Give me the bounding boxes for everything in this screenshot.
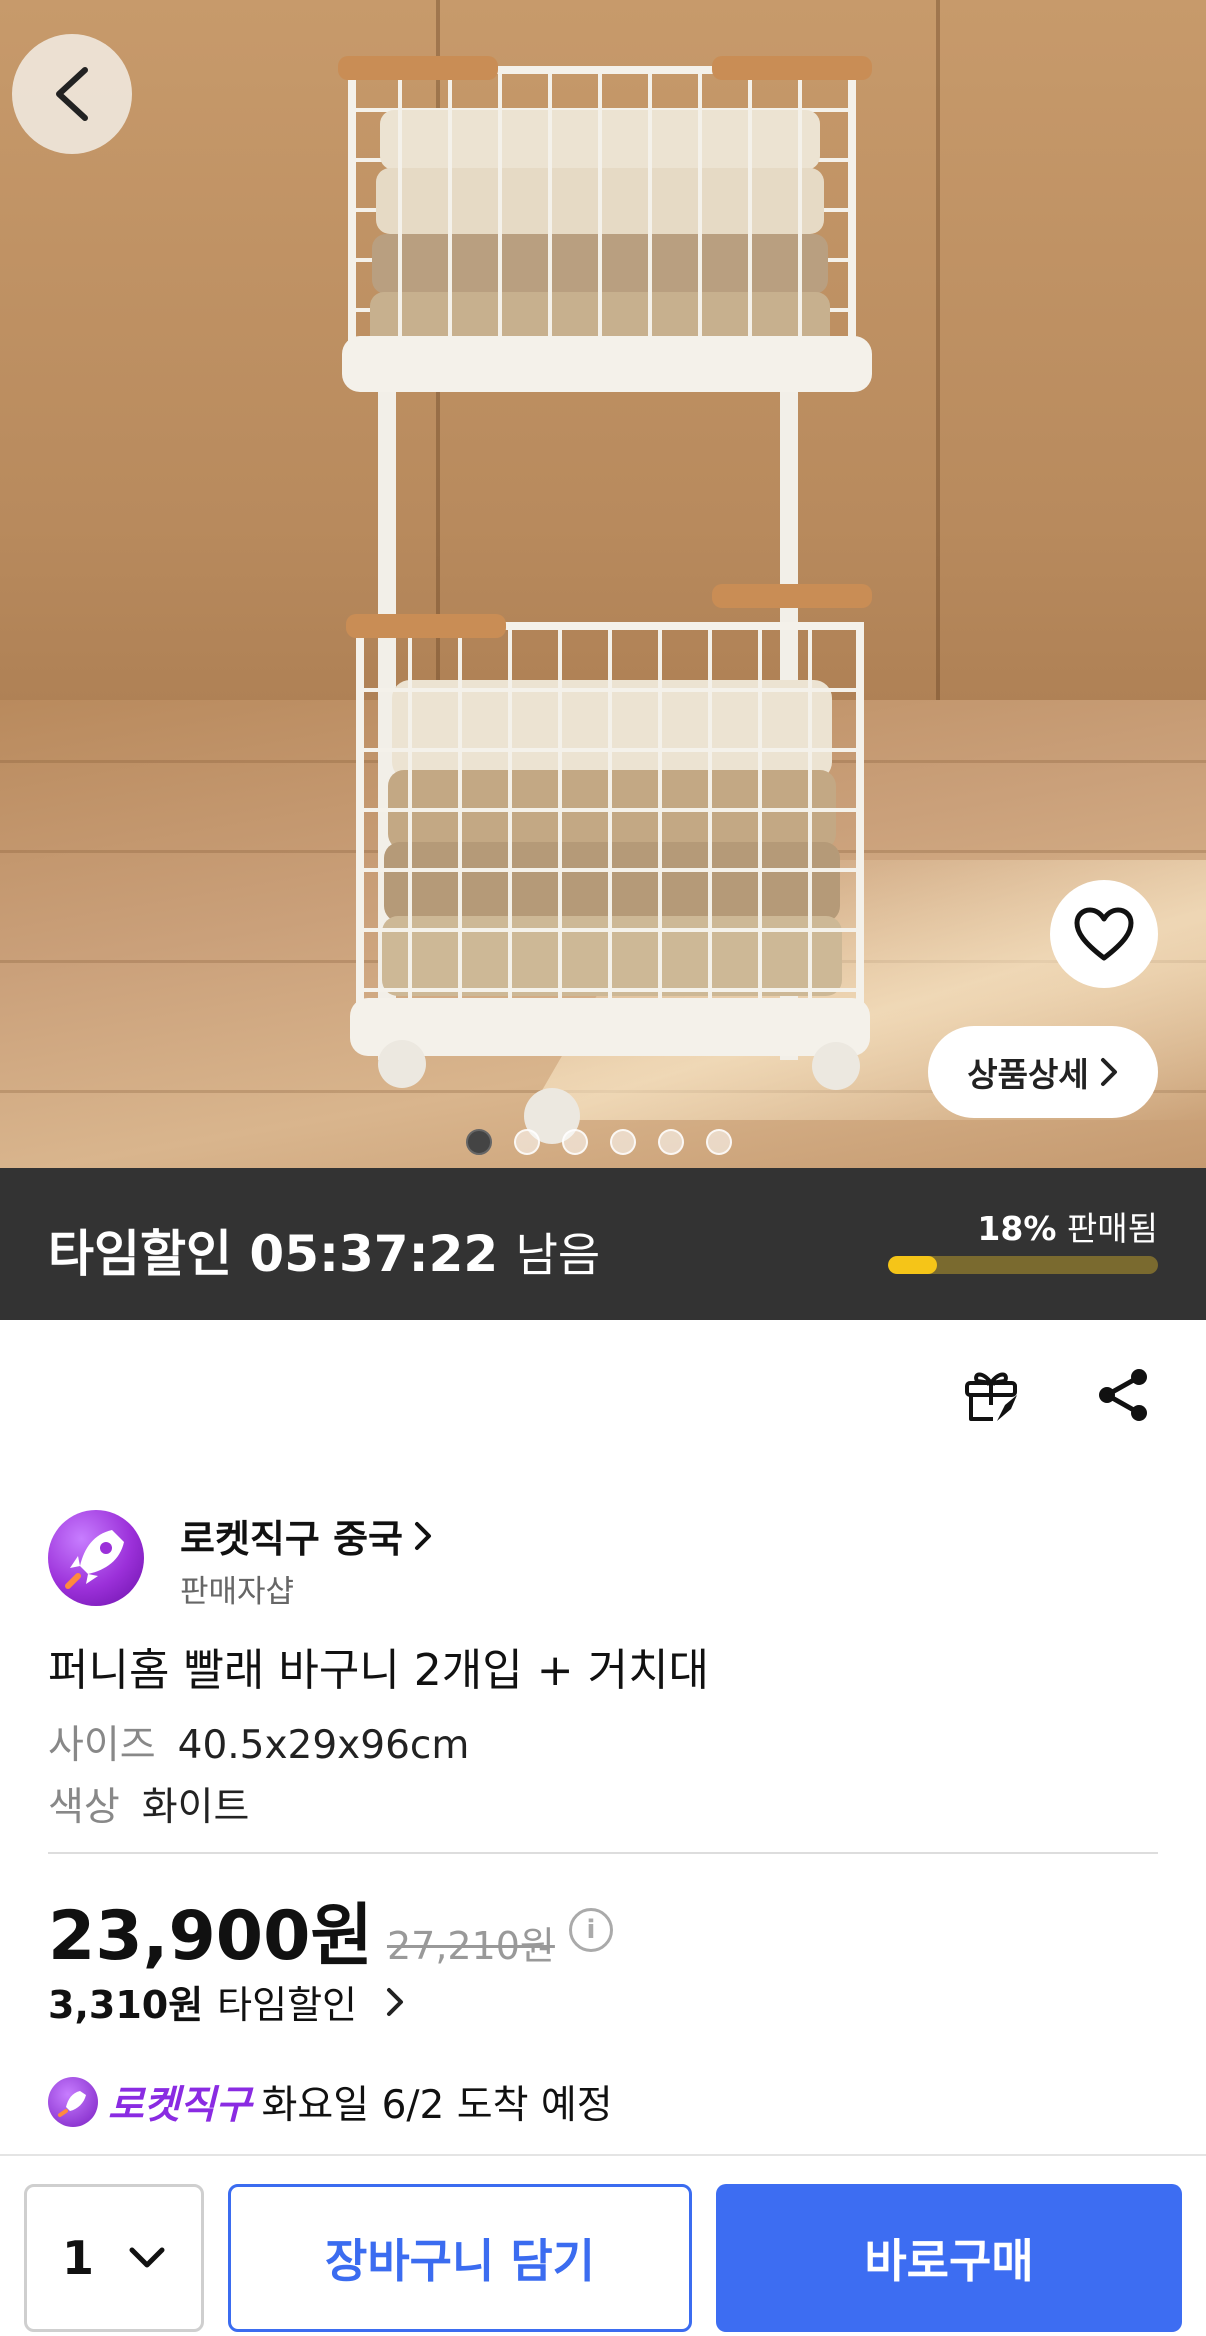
info-icon[interactable]: i <box>568 1907 613 1952</box>
seller-name: 로켓직구 중국 <box>180 1517 403 1561</box>
sold-progress-fill <box>888 1256 937 1274</box>
carousel-dot[interactable] <box>562 1129 588 1155</box>
wishlist-button[interactable] <box>1050 880 1158 988</box>
chevron-right-icon <box>387 1987 404 2016</box>
time-sale-countdown: 타임할인 05:37:22 남음 <box>48 1214 600 1286</box>
chevron-right-icon <box>1100 1058 1117 1086</box>
share-button[interactable] <box>1088 1360 1158 1430</box>
seller-subtitle: 판매자샵 <box>180 1574 295 1610</box>
sold-percent: 18% <box>977 1209 1057 1248</box>
carousel-dot[interactable] <box>514 1129 540 1155</box>
bottom-action-bar: 1 장바구니 담기 바로구매 <box>0 2154 1206 2336</box>
seller-logo[interactable] <box>48 1510 144 1606</box>
option-row-size: 사이즈 40.5x29x96cm <box>48 1714 469 1770</box>
delivery-info: 로켓직구 화요일 6/2 도착 예정 <box>48 2074 613 2130</box>
rocket-icon <box>65 1530 124 1589</box>
divider <box>48 1852 1158 1854</box>
laundry-rack-image <box>338 56 872 1144</box>
rocket-badge-icon <box>48 2077 98 2127</box>
gift-icon <box>965 1372 1017 1421</box>
quantity-value: 1 <box>61 2231 94 2285</box>
time-sale-time: 05:37:22 <box>249 1225 499 1283</box>
share-icon <box>1099 1369 1147 1421</box>
heart-icon <box>1074 907 1134 961</box>
option-key: 색상 <box>48 1785 120 1830</box>
time-sale-suffix: 남음 <box>515 1228 601 1282</box>
carousel-dot[interactable] <box>466 1129 492 1155</box>
option-value: 화이트 <box>141 1785 250 1830</box>
quantity-select[interactable]: 1 <box>24 2184 204 2332</box>
carousel-dot[interactable] <box>706 1129 732 1155</box>
carousel-indicator <box>466 1129 732 1155</box>
gift-button[interactable] <box>956 1360 1026 1430</box>
add-to-cart-button[interactable]: 장바구니 담기 <box>228 2184 692 2332</box>
option-key: 사이즈 <box>48 1723 156 1768</box>
sold-status: 18% 판매됨 <box>977 1202 1158 1250</box>
buy-now-button[interactable]: 바로구매 <box>716 2184 1182 2332</box>
option-value: 40.5x29x96cm <box>177 1723 470 1768</box>
time-sale-banner: 타임할인 05:37:22 남음 18% 판매됨 <box>0 1168 1206 1320</box>
sold-progress-bar <box>888 1256 1158 1274</box>
sale-price: 23,900원 <box>48 1897 373 1976</box>
seller-name-link[interactable]: 로켓직구 중국 <box>180 1508 433 1563</box>
carousel-dot[interactable] <box>610 1129 636 1155</box>
discount-row[interactable]: 3,310원 타임할인 <box>48 1974 405 2029</box>
delivery-date: 화요일 6/2 도착 예정 <box>261 2083 613 2128</box>
sold-label: 판매됨 <box>1066 1209 1158 1248</box>
option-row-color: 색상 화이트 <box>48 1776 249 1832</box>
discount-label: 타임할인 <box>217 1983 358 2027</box>
product-detail-button[interactable]: 상품상세 <box>928 1026 1158 1118</box>
discount-amount: 3,310원 <box>48 1983 204 2027</box>
chevron-right-icon <box>415 1521 431 1550</box>
rocket-label: 로켓직구 <box>108 2083 252 2128</box>
time-sale-label: 타임할인 <box>48 1225 232 1283</box>
original-price: 27,210원 <box>386 1924 555 1968</box>
price-row: 23,900원 27,210원 i <box>48 1880 613 1979</box>
chevron-left-icon <box>56 67 88 121</box>
carousel-dot[interactable] <box>658 1129 684 1155</box>
product-image-carousel[interactable]: 상품상세 <box>0 0 1206 1168</box>
product-title: 퍼니홈 빨래 바구니 2개입 + 거치대 <box>48 1645 710 1696</box>
back-button[interactable] <box>12 34 132 154</box>
chevron-down-icon <box>129 2247 165 2268</box>
product-detail-label: 상품상세 <box>967 1055 1089 1094</box>
